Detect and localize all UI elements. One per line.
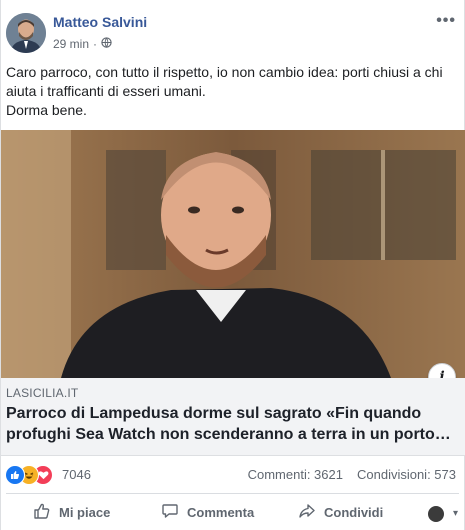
- link-headline[interactable]: Parroco di Lampedusa dorme sul sagrato «…: [6, 403, 456, 445]
- like-label: Mi piace: [59, 504, 111, 520]
- reaction-icons[interactable]: [5, 465, 61, 485]
- reactions-bar: 7046 Commenti: 3621 Condivisioni: 573: [1, 455, 465, 493]
- post-meta: 29 min ·: [53, 37, 112, 51]
- author-name[interactable]: Matteo Salvini: [53, 14, 147, 30]
- divider: [6, 493, 459, 494]
- share-button[interactable]: Condividi: [298, 501, 383, 523]
- reactions-count[interactable]: 7046: [62, 467, 91, 482]
- audience-avatar[interactable]: [428, 506, 444, 522]
- post-text: Caro parroco, con tutto il rispetto, io …: [6, 63, 456, 120]
- comment-icon: [161, 502, 179, 523]
- comment-label: Commenta: [187, 504, 255, 520]
- link-headline-line: Parroco di Lampedusa dorme sul sagrato «…: [6, 405, 422, 422]
- author-avatar[interactable]: [6, 13, 46, 53]
- share-icon: [298, 502, 316, 523]
- link-headline-line: profughi Sea Watch non scenderanno a ter…: [6, 426, 451, 443]
- globe-icon: [101, 37, 112, 51]
- link-image[interactable]: [1, 130, 465, 378]
- link-preview[interactable]: LASICILIA.IT Parroco di Lampedusa dorme …: [1, 378, 465, 456]
- chevron-down-icon[interactable]: ▾: [453, 508, 458, 519]
- post-text-line: Dorma bene.: [6, 102, 87, 118]
- comment-button[interactable]: Commenta: [161, 501, 254, 523]
- post-text-line: aiuta i trafficanti di esseri umani.: [6, 83, 206, 99]
- post-text-line: Caro parroco, con tutto il rispetto, io …: [6, 64, 443, 80]
- action-bar: Mi piace Commenta Condividi ▾: [1, 496, 465, 530]
- engagement-counts: Commenti: 3621 Condivisioni: 573: [248, 467, 456, 482]
- like-reaction-icon: [5, 465, 25, 485]
- more-options-button[interactable]: •••: [436, 12, 456, 30]
- post-header: Matteo Salvini 29 min · •••: [1, 0, 465, 60]
- thumbs-up-icon: [33, 502, 51, 523]
- link-domain: LASICILIA.IT: [6, 386, 79, 400]
- post-card: Matteo Salvini 29 min · ••• Caro parroco…: [0, 0, 465, 530]
- share-label: Condividi: [324, 504, 384, 520]
- meta-separator: ·: [93, 37, 98, 51]
- post-time[interactable]: 29 min: [53, 37, 89, 51]
- shares-count[interactable]: Condivisioni: 573: [357, 467, 456, 482]
- like-button[interactable]: Mi piace: [33, 501, 110, 523]
- comments-count[interactable]: Commenti: 3621: [248, 467, 343, 482]
